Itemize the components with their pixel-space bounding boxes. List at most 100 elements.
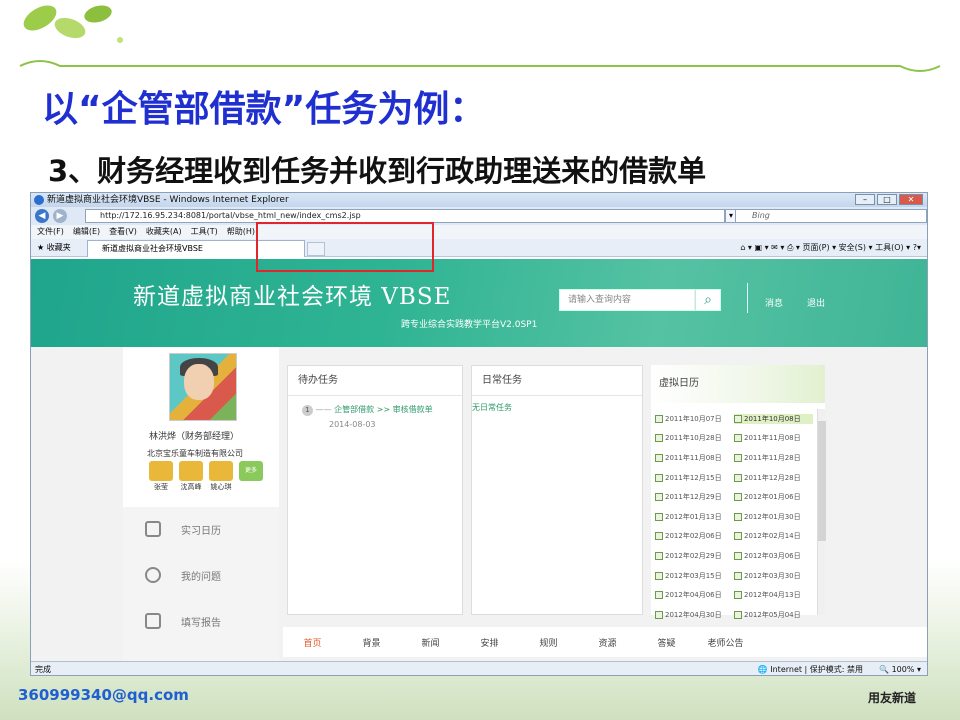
calendar-icon	[734, 414, 742, 423]
back-arrow-icon[interactable]: ◀	[35, 209, 49, 223]
site-search-input[interactable]: 请输入查询内容	[559, 289, 695, 311]
menu-edit[interactable]: 编辑(E)	[73, 225, 100, 239]
avatar[interactable]	[169, 353, 237, 421]
contact-avatar	[149, 461, 173, 481]
address-bar[interactable]: http://172.16.95.234:8081/portal/vbse_ht…	[85, 209, 725, 223]
calendar-date[interactable]: 2012年02月14日	[734, 531, 813, 541]
todo-item[interactable]: 1 —— 企管部借款 >> 审核借款单 2014-08-03	[302, 404, 433, 429]
todo-link[interactable]: 企管部借款 >> 审核借款单	[334, 405, 433, 414]
calendar-date[interactable]: 2012年04月30日	[655, 610, 734, 620]
calendar-icon	[734, 532, 742, 541]
contact-more[interactable]: 更多	[239, 461, 263, 492]
calendar-date-label: 2012年04月13日	[744, 591, 801, 600]
calendar-date[interactable]: 2012年03月15日	[655, 571, 734, 581]
print-icon[interactable]: ⎙ ▾	[787, 243, 800, 252]
calendar-row: 2011年12月29日 2012年01月06日	[655, 487, 817, 507]
calendar-scrollbar[interactable]	[817, 409, 826, 615]
window-controls: – □ ✕	[855, 194, 923, 205]
nav-item[interactable]: 规则	[519, 636, 578, 649]
messages-link[interactable]: 消息	[765, 296, 783, 309]
calendar-date[interactable]: 2011年12月15日	[655, 473, 734, 483]
window-titlebar: 新道虚拟商业社会环境VBSE - Windows Internet Explor…	[31, 193, 927, 207]
user-name: 林洪烨（财务部经理）	[149, 432, 240, 442]
calendar-date[interactable]: 2012年02月29日	[655, 551, 734, 561]
minimize-button[interactable]: –	[855, 194, 875, 205]
more-icon: 更多	[239, 461, 263, 481]
nav-item[interactable]: 背景	[342, 636, 401, 649]
search-icon[interactable]: ⌕	[695, 289, 721, 311]
close-button[interactable]: ✕	[899, 194, 923, 205]
zoom-level[interactable]: 100%	[892, 665, 915, 674]
nav-item[interactable]: 首页	[283, 636, 342, 649]
nav-item[interactable]: 新闻	[401, 636, 460, 649]
calendar-date-label: 2012年03月30日	[744, 571, 801, 580]
contact-name: 张莹	[154, 483, 168, 491]
calendar-date[interactable]: 2011年11月08日	[734, 433, 813, 443]
calendar-date[interactable]: 2011年12月28日	[734, 473, 813, 483]
side-menu-calendar[interactable]: 实习日历	[145, 521, 221, 537]
menu-view[interactable]: 查看(V)	[109, 225, 137, 239]
feeds-icon[interactable]: ▣ ▾	[755, 243, 769, 252]
calendar-row: 2012年02月29日 2012年03月06日	[655, 546, 817, 566]
calendar-date[interactable]: 2011年10月28日	[655, 433, 734, 443]
menu-favorites[interactable]: 收藏夹(A)	[146, 225, 182, 239]
calendar-icon	[655, 434, 663, 443]
calendar-date[interactable]: 2012年01月06日	[734, 492, 813, 502]
contact-item[interactable]: 沈高峰	[179, 461, 203, 492]
calendar-date[interactable]: 2012年03月30日	[734, 571, 813, 581]
calendar-row: 2012年04月06日 2012年04月13日	[655, 585, 817, 605]
side-menu: 实习日历 我的问题 填写报告	[123, 507, 279, 661]
calendar-date[interactable]: 2012年01月13日	[655, 512, 734, 522]
calendar-date[interactable]: 2011年11月28日	[734, 453, 813, 463]
calendar-row: 2012年01月13日 2012年01月30日	[655, 507, 817, 527]
calendar-date-label: 2011年11月08日	[665, 453, 722, 462]
command-bar[interactable]: ⌂ ▾ ▣ ▾ ✉ ▾ ⎙ ▾ 页面(P) ▾ 安全(S) ▾ 工具(O) ▾ …	[740, 242, 921, 254]
vine-divider	[19, 60, 941, 72]
calendar-date[interactable]: 2011年12月29日	[655, 492, 734, 502]
favorites-bar: ★ 收藏夹 新道虚拟商业社会环境VBSE ⌂ ▾ ▣ ▾ ✉ ▾ ⎙ ▾ 页面(…	[31, 239, 927, 257]
logout-link[interactable]: 退出	[807, 296, 825, 309]
nav-item[interactable]: 资源	[578, 636, 637, 649]
contact-item[interactable]: 张莹	[149, 461, 173, 492]
calendar-date[interactable]: 2011年10月07日	[655, 414, 734, 424]
calendar-date[interactable]: 2011年10月08日	[734, 413, 813, 424]
help-icon[interactable]: ?▾	[913, 243, 921, 252]
nav-item[interactable]: 老师公告	[696, 636, 755, 649]
calendar-icon	[734, 591, 742, 600]
calendar-date-label: 2012年04月06日	[665, 591, 722, 600]
menu-file[interactable]: 文件(F)	[37, 225, 64, 239]
calendar-date[interactable]: 2012年04月13日	[734, 590, 813, 600]
calendar-date-label: 2011年10月08日	[744, 414, 801, 423]
menu-help[interactable]: 帮助(H)	[227, 225, 255, 239]
calendar-date[interactable]: 2012年02月06日	[655, 531, 734, 541]
scroll-thumb[interactable]	[818, 421, 826, 541]
calendar-date[interactable]: 2011年11月08日	[655, 453, 734, 463]
calendar-icon	[145, 521, 161, 537]
menu-bar: 文件(F) 编辑(E) 查看(V) 收藏夹(A) 工具(T) 帮助(H)	[31, 225, 927, 239]
favorites-button[interactable]: ★ 收藏夹	[37, 242, 71, 254]
contact-item[interactable]: 姚心琪	[209, 461, 233, 492]
todo-panel: 待办任务 1 —— 企管部借款 >> 审核借款单 2014-08-03	[287, 365, 463, 615]
contact-email: 360999340@qq.com	[18, 686, 189, 704]
menu-tools[interactable]: 工具(T)	[191, 225, 218, 239]
nav-item[interactable]: 安排	[460, 636, 519, 649]
calendar-icon	[655, 414, 663, 423]
side-menu-questions[interactable]: 我的问题	[145, 567, 221, 583]
calendar-panel: 虚拟日历 2011年10月07日 2011年10月08日 2011年10月28日 20…	[651, 365, 826, 619]
site-title: 新道虚拟商业社会环境 VBSE	[133, 284, 452, 310]
calendar-date[interactable]: 2012年04月06日	[655, 590, 734, 600]
side-menu-report[interactable]: 填写报告	[145, 613, 221, 629]
mail-icon[interactable]: ✉ ▾	[771, 243, 784, 252]
calendar-icon	[734, 551, 742, 560]
nav-item[interactable]: 答疑	[637, 636, 696, 649]
calendar-date[interactable]: 2012年03月06日	[734, 551, 813, 561]
calendar-date[interactable]: 2012年01月30日	[734, 512, 813, 522]
slide-subheading: 3、财务经理收到任务并收到行政助理送来的借款单	[48, 154, 707, 188]
command-bar-label: 页面(P) ▾ 安全(S) ▾ 工具(O) ▾	[802, 243, 911, 252]
home-icon[interactable]: ⌂ ▾	[740, 243, 752, 252]
maximize-button[interactable]: □	[877, 194, 897, 205]
forward-arrow-icon[interactable]: ▶	[53, 209, 67, 223]
calendar-icon	[734, 493, 742, 502]
search-box[interactable]: Bing	[735, 209, 927, 223]
calendar-date[interactable]: 2012年05月04日	[734, 610, 813, 620]
